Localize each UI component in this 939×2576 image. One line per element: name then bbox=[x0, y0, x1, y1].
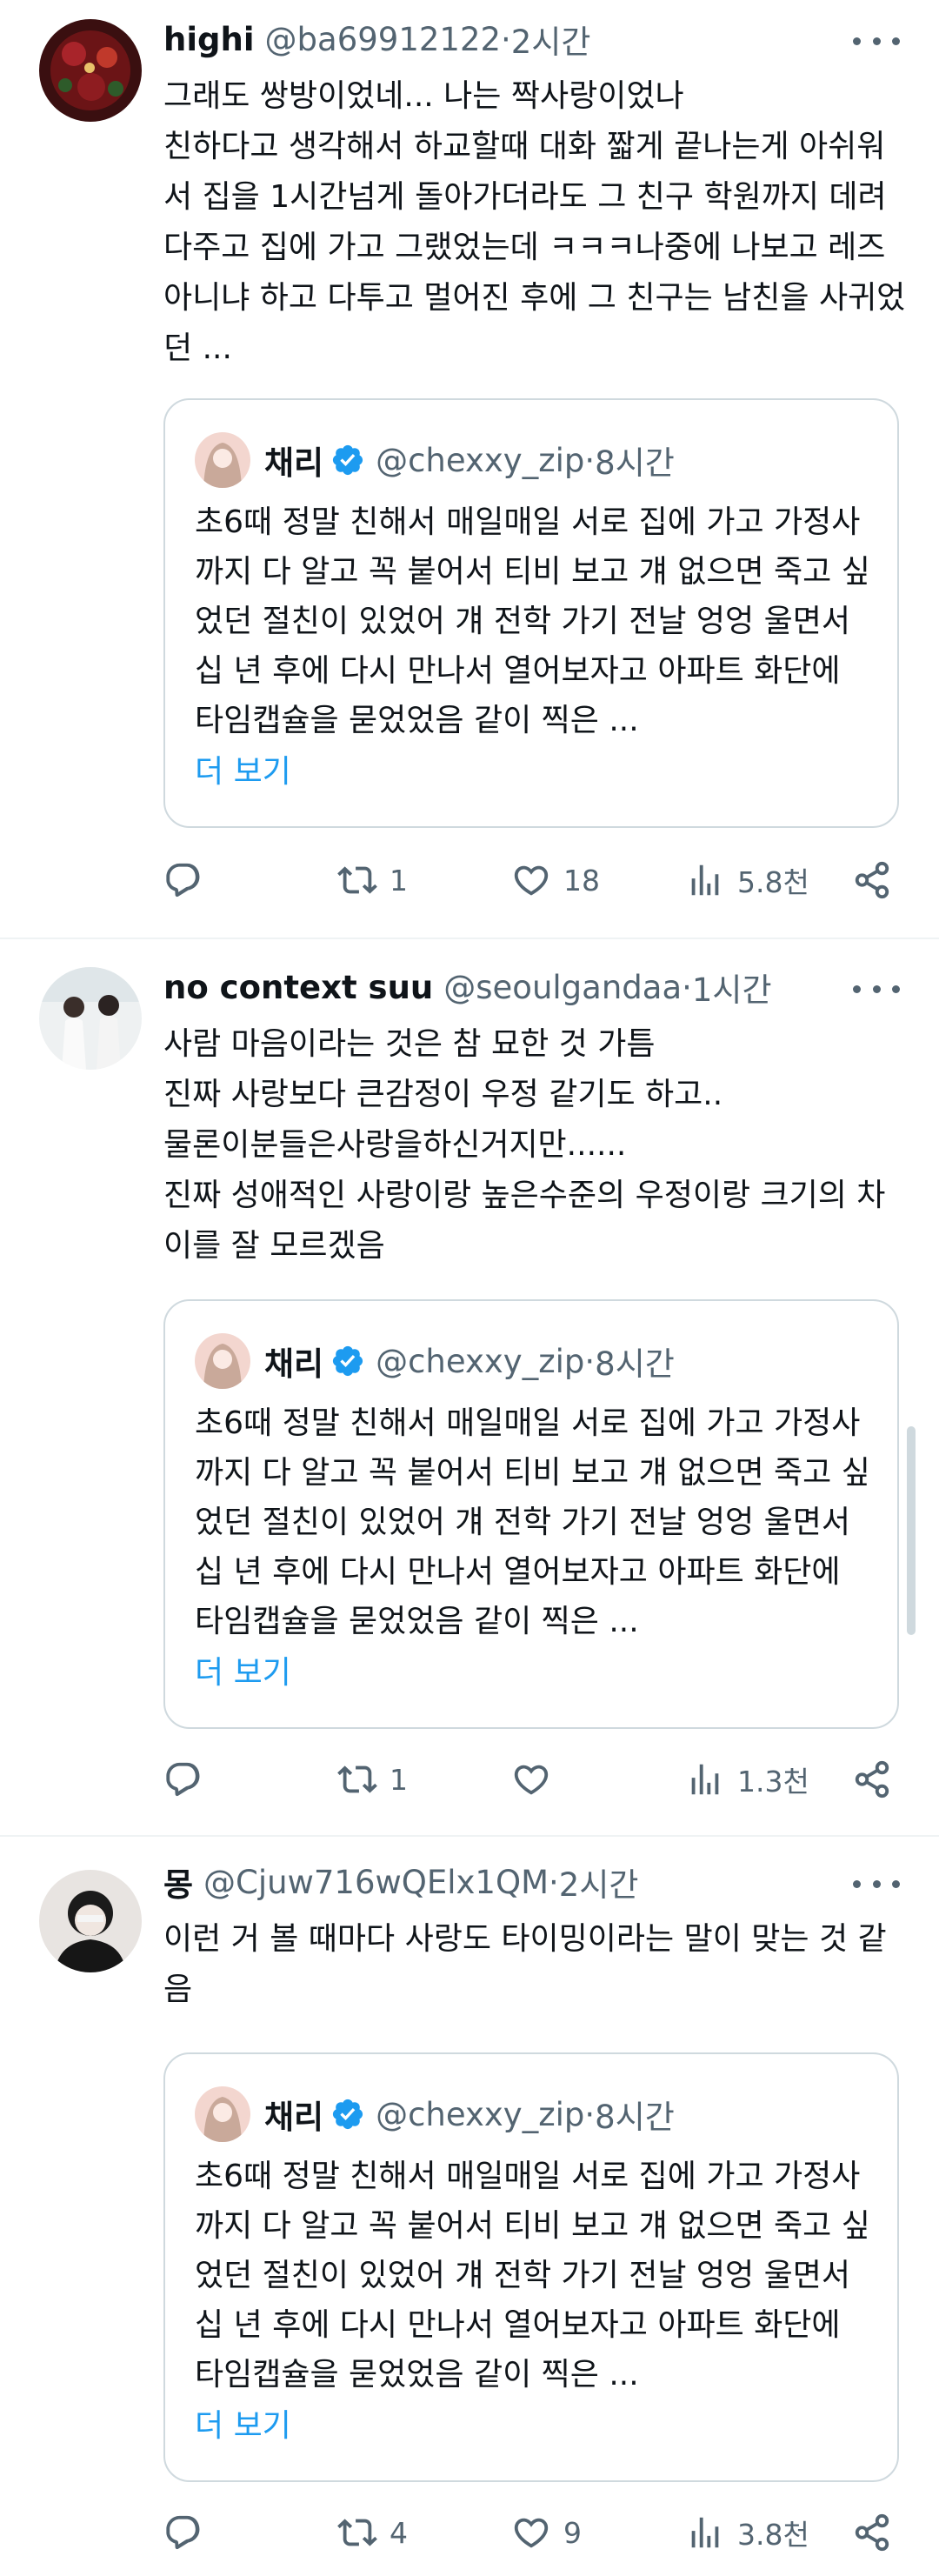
verified-badge-icon bbox=[333, 1345, 363, 1377]
quoted-avatar[interactable] bbox=[195, 1333, 250, 1389]
like-button[interactable]: 18 bbox=[511, 852, 600, 908]
quoted-text: 초6때 정말 친해서 매일매일 서로 집에 가고 가정사까지 다 알고 꼭 붙어… bbox=[195, 2159, 870, 2392]
separator-dot: · bbox=[682, 968, 692, 1006]
avatar[interactable] bbox=[39, 967, 142, 1070]
views-icon bbox=[691, 864, 719, 896]
reply-button[interactable] bbox=[163, 2505, 216, 2560]
like-count: 18 bbox=[563, 863, 600, 898]
views-button[interactable]: 3.8천 bbox=[685, 2505, 809, 2560]
quoted-avatar[interactable] bbox=[195, 2086, 250, 2142]
like-button[interactable] bbox=[511, 1752, 563, 1807]
handle[interactable]: @seoulgandaa bbox=[443, 969, 682, 1006]
display-name[interactable]: highi bbox=[163, 21, 255, 58]
quoted-display-name[interactable]: 채리 bbox=[264, 2091, 323, 2138]
views-count: 1.3천 bbox=[737, 1765, 809, 1799]
avatar[interactable] bbox=[39, 1870, 142, 1972]
post[interactable]: highi @ba69912122 · 2시간 그래도 쌍방이었네... 나는 … bbox=[0, 0, 939, 939]
scrollbar[interactable] bbox=[907, 1426, 916, 1635]
post[interactable]: 몽 @Cjuw716wQElx1QM · 2시간 이런 거 볼 때마다 사랑도 … bbox=[0, 1837, 939, 2576]
reply-icon bbox=[166, 2515, 200, 2550]
like-button[interactable]: 9 bbox=[511, 2505, 582, 2560]
display-name[interactable]: 몽 bbox=[163, 1859, 193, 1905]
quoted-post[interactable]: 채리 @chexxy_zip · 8시간 초6때 정말 친해서 매일매일 서로 … bbox=[163, 398, 899, 828]
like-count: 9 bbox=[563, 2515, 582, 2550]
post-text: 사람 마음이라는 것은 참 묘한 것 가틈 진짜 사랑보다 큰감정이 우정 같기… bbox=[163, 1026, 886, 1264]
post-text: 그래도 쌍방이었네... 나는 짝사랑이었나 친하다고 생각해서 하교할때 대화… bbox=[163, 78, 906, 366]
handle[interactable]: @Cjuw716wQElx1QM bbox=[203, 1864, 549, 1901]
views-icon bbox=[691, 1764, 719, 1795]
quoted-post[interactable]: 채리 @chexxy_zip · 8시간 초6때 정말 친해서 매일매일 서로 … bbox=[163, 1299, 899, 1729]
like-icon bbox=[514, 1765, 549, 1795]
separator-dot: · bbox=[501, 20, 511, 58]
views-count: 3.8천 bbox=[737, 2518, 809, 2552]
show-more-link[interactable]: 더 보기 bbox=[195, 1647, 291, 1692]
views-button[interactable]: 1.3천 bbox=[685, 1752, 809, 1807]
quoted-handle[interactable]: @chexxy_zip bbox=[376, 2096, 584, 2133]
repost-icon bbox=[337, 866, 377, 894]
views-count: 5.8천 bbox=[737, 865, 809, 899]
share-icon bbox=[855, 861, 889, 899]
quoted-timestamp[interactable]: 8시간 bbox=[595, 1338, 675, 1385]
quoted-avatar[interactable] bbox=[195, 432, 250, 488]
reply-icon bbox=[166, 863, 200, 898]
display-name[interactable]: no context suu bbox=[163, 969, 433, 1006]
quoted-timestamp[interactable]: 8시간 bbox=[595, 437, 675, 484]
reply-button[interactable] bbox=[163, 852, 216, 908]
reply-icon bbox=[166, 1762, 200, 1797]
timestamp[interactable]: 2시간 bbox=[511, 16, 591, 63]
more-icon[interactable] bbox=[849, 22, 904, 60]
share-icon bbox=[855, 2513, 889, 2552]
avatar[interactable] bbox=[39, 19, 142, 122]
share-button[interactable] bbox=[852, 1752, 892, 1807]
repost-count: 1 bbox=[390, 1762, 408, 1797]
quoted-handle[interactable]: @chexxy_zip bbox=[376, 442, 584, 479]
timestamp[interactable]: 1시간 bbox=[692, 964, 772, 1011]
more-icon[interactable] bbox=[849, 970, 904, 1008]
repost-icon bbox=[337, 2519, 377, 2546]
more-icon[interactable] bbox=[849, 1865, 904, 1903]
share-button[interactable] bbox=[852, 852, 892, 908]
quoted-display-name[interactable]: 채리 bbox=[264, 437, 323, 484]
repost-button[interactable]: 1 bbox=[337, 1752, 408, 1807]
quoted-timestamp[interactable]: 8시간 bbox=[595, 2091, 675, 2138]
verified-badge-icon bbox=[333, 2099, 363, 2130]
quoted-handle[interactable]: @chexxy_zip bbox=[376, 1343, 584, 1380]
separator-dot: · bbox=[584, 2095, 596, 2133]
reply-button[interactable] bbox=[163, 1752, 216, 1807]
repost-button[interactable]: 4 bbox=[337, 2505, 408, 2560]
share-button[interactable] bbox=[852, 2505, 892, 2560]
quoted-text: 초6때 정말 친해서 매일매일 서로 집에 가고 가정사까지 다 알고 꼭 붙어… bbox=[195, 1405, 870, 1639]
quoted-post[interactable]: 채리 @chexxy_zip · 8시간 초6때 정말 친해서 매일매일 서로 … bbox=[163, 2052, 899, 2482]
views-button[interactable]: 5.8천 bbox=[685, 852, 809, 908]
separator-dot: · bbox=[584, 441, 596, 479]
repost-count: 1 bbox=[390, 863, 408, 898]
repost-icon bbox=[337, 1765, 377, 1793]
separator-dot: · bbox=[584, 1342, 596, 1380]
repost-count: 4 bbox=[390, 2515, 408, 2550]
show-more-link[interactable]: 더 보기 bbox=[195, 2400, 291, 2446]
show-more-link[interactable]: 더 보기 bbox=[195, 746, 291, 791]
quoted-text: 초6때 정말 친해서 매일매일 서로 집에 가고 가정사까지 다 알고 꼭 붙어… bbox=[195, 504, 870, 738]
separator-dot: · bbox=[549, 1863, 559, 1901]
views-icon bbox=[691, 2517, 719, 2548]
like-icon bbox=[514, 865, 549, 896]
post[interactable]: no context suu @seoulgandaa · 1시간 사람 마음이… bbox=[0, 939, 939, 1837]
timestamp[interactable]: 2시간 bbox=[559, 1859, 639, 1905]
handle[interactable]: @ba69912122 bbox=[265, 21, 501, 58]
share-icon bbox=[855, 1760, 889, 1799]
like-icon bbox=[514, 2518, 549, 2548]
repost-button[interactable]: 1 bbox=[337, 852, 408, 908]
quoted-display-name[interactable]: 채리 bbox=[264, 1338, 323, 1385]
verified-badge-icon bbox=[333, 444, 363, 476]
post-text: 이런 거 볼 때마다 사랑도 타이밍이라는 말이 맞는 것 같음 bbox=[163, 1921, 887, 2007]
